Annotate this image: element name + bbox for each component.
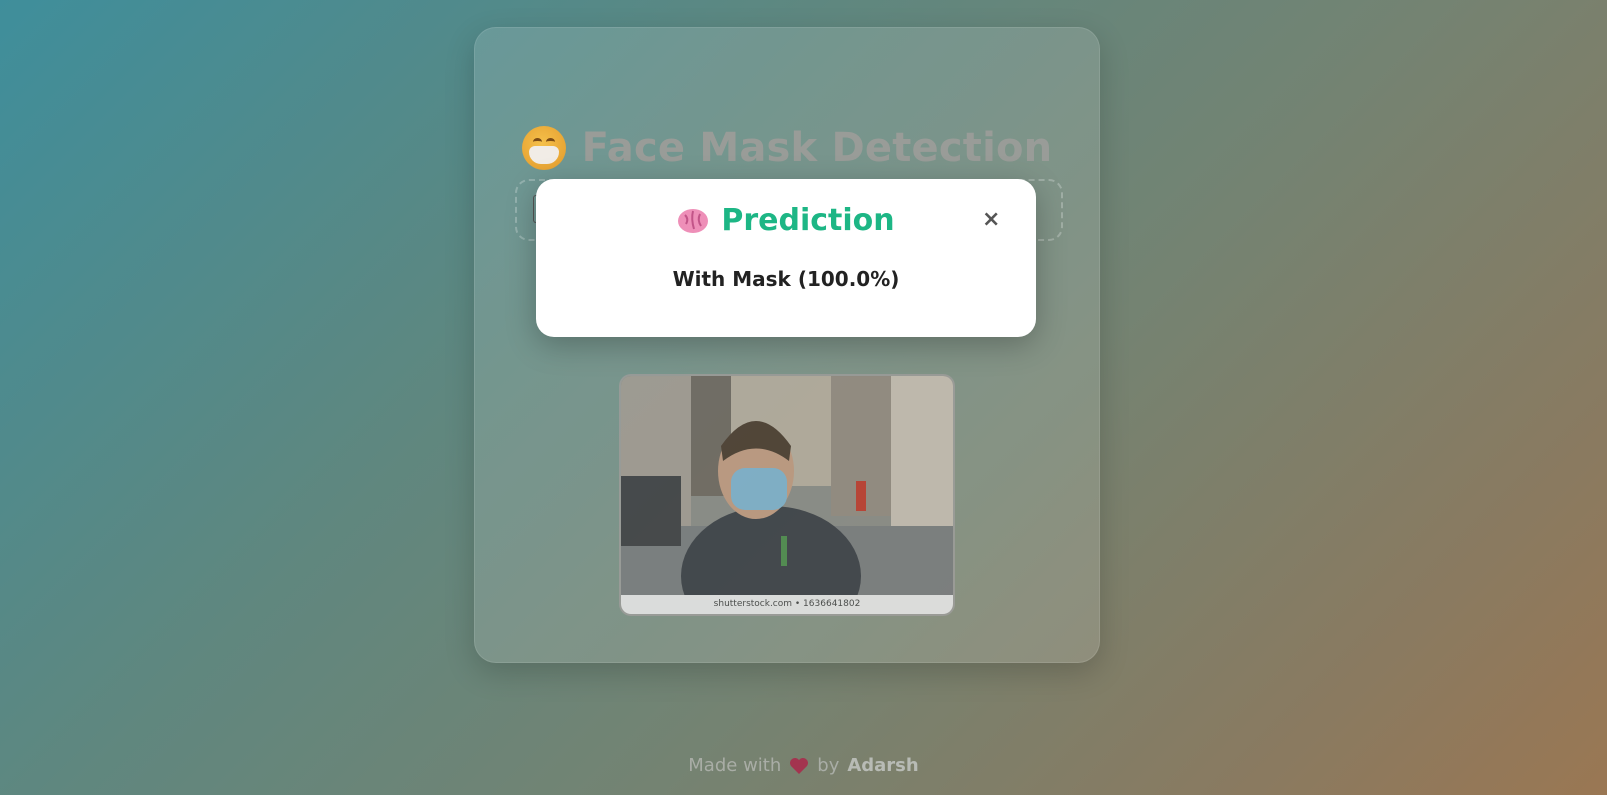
modal-title: Prediction	[721, 203, 895, 238]
footer-made-with: Made with	[688, 755, 782, 776]
main-card: Face Mask Detection shutterstock.com • 1…	[474, 27, 1100, 663]
image-watermark: shutterstock.com • 1636641802	[621, 595, 953, 614]
heart-icon	[790, 757, 809, 774]
footer-author: Adarsh	[847, 755, 919, 776]
prediction-result: With Mask (100.0%)	[672, 267, 900, 291]
footer-by: by	[817, 755, 840, 776]
brain-icon	[678, 208, 709, 233]
mask-face-icon	[521, 126, 566, 170]
footer: Made with by Adarsh	[0, 755, 1607, 776]
preview-photo	[621, 376, 953, 614]
modal-header: Prediction	[536, 203, 1036, 238]
close-icon[interactable]: ×	[982, 209, 1000, 231]
prediction-modal: Prediction × With Mask (100.0%)	[536, 179, 1036, 337]
uploaded-image-preview: shutterstock.com • 1636641802	[619, 374, 955, 616]
page-title-text: Face Mask Detection	[581, 125, 1053, 171]
page-title: Face Mask Detection	[475, 125, 1099, 171]
